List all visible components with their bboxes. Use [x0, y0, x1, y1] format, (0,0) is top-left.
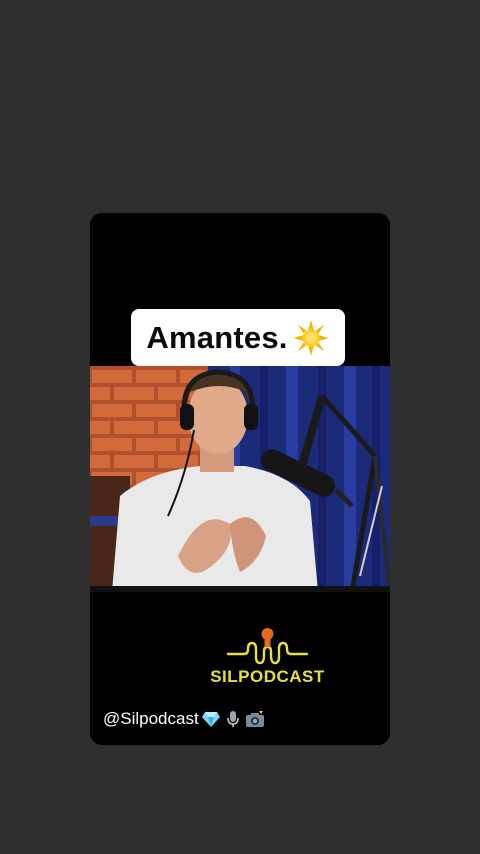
handle-row[interactable]: @Silpodcast [103, 709, 265, 729]
caption-sticker: Amantes. [131, 309, 345, 366]
caption-text: Amantes. [146, 319, 288, 355]
story-card[interactable]: Amantes. SILPODCAST @Silpodcast [90, 213, 390, 745]
handle-text[interactable]: @Silpodcast [103, 709, 199, 729]
microphone-icon [226, 711, 239, 727]
logo-wordmark: SILPODCAST [210, 667, 325, 686]
video-frame[interactable] [90, 366, 390, 592]
sun-emoji-icon [292, 319, 329, 356]
camera-icon [245, 711, 264, 727]
diamond-icon [201, 712, 220, 727]
